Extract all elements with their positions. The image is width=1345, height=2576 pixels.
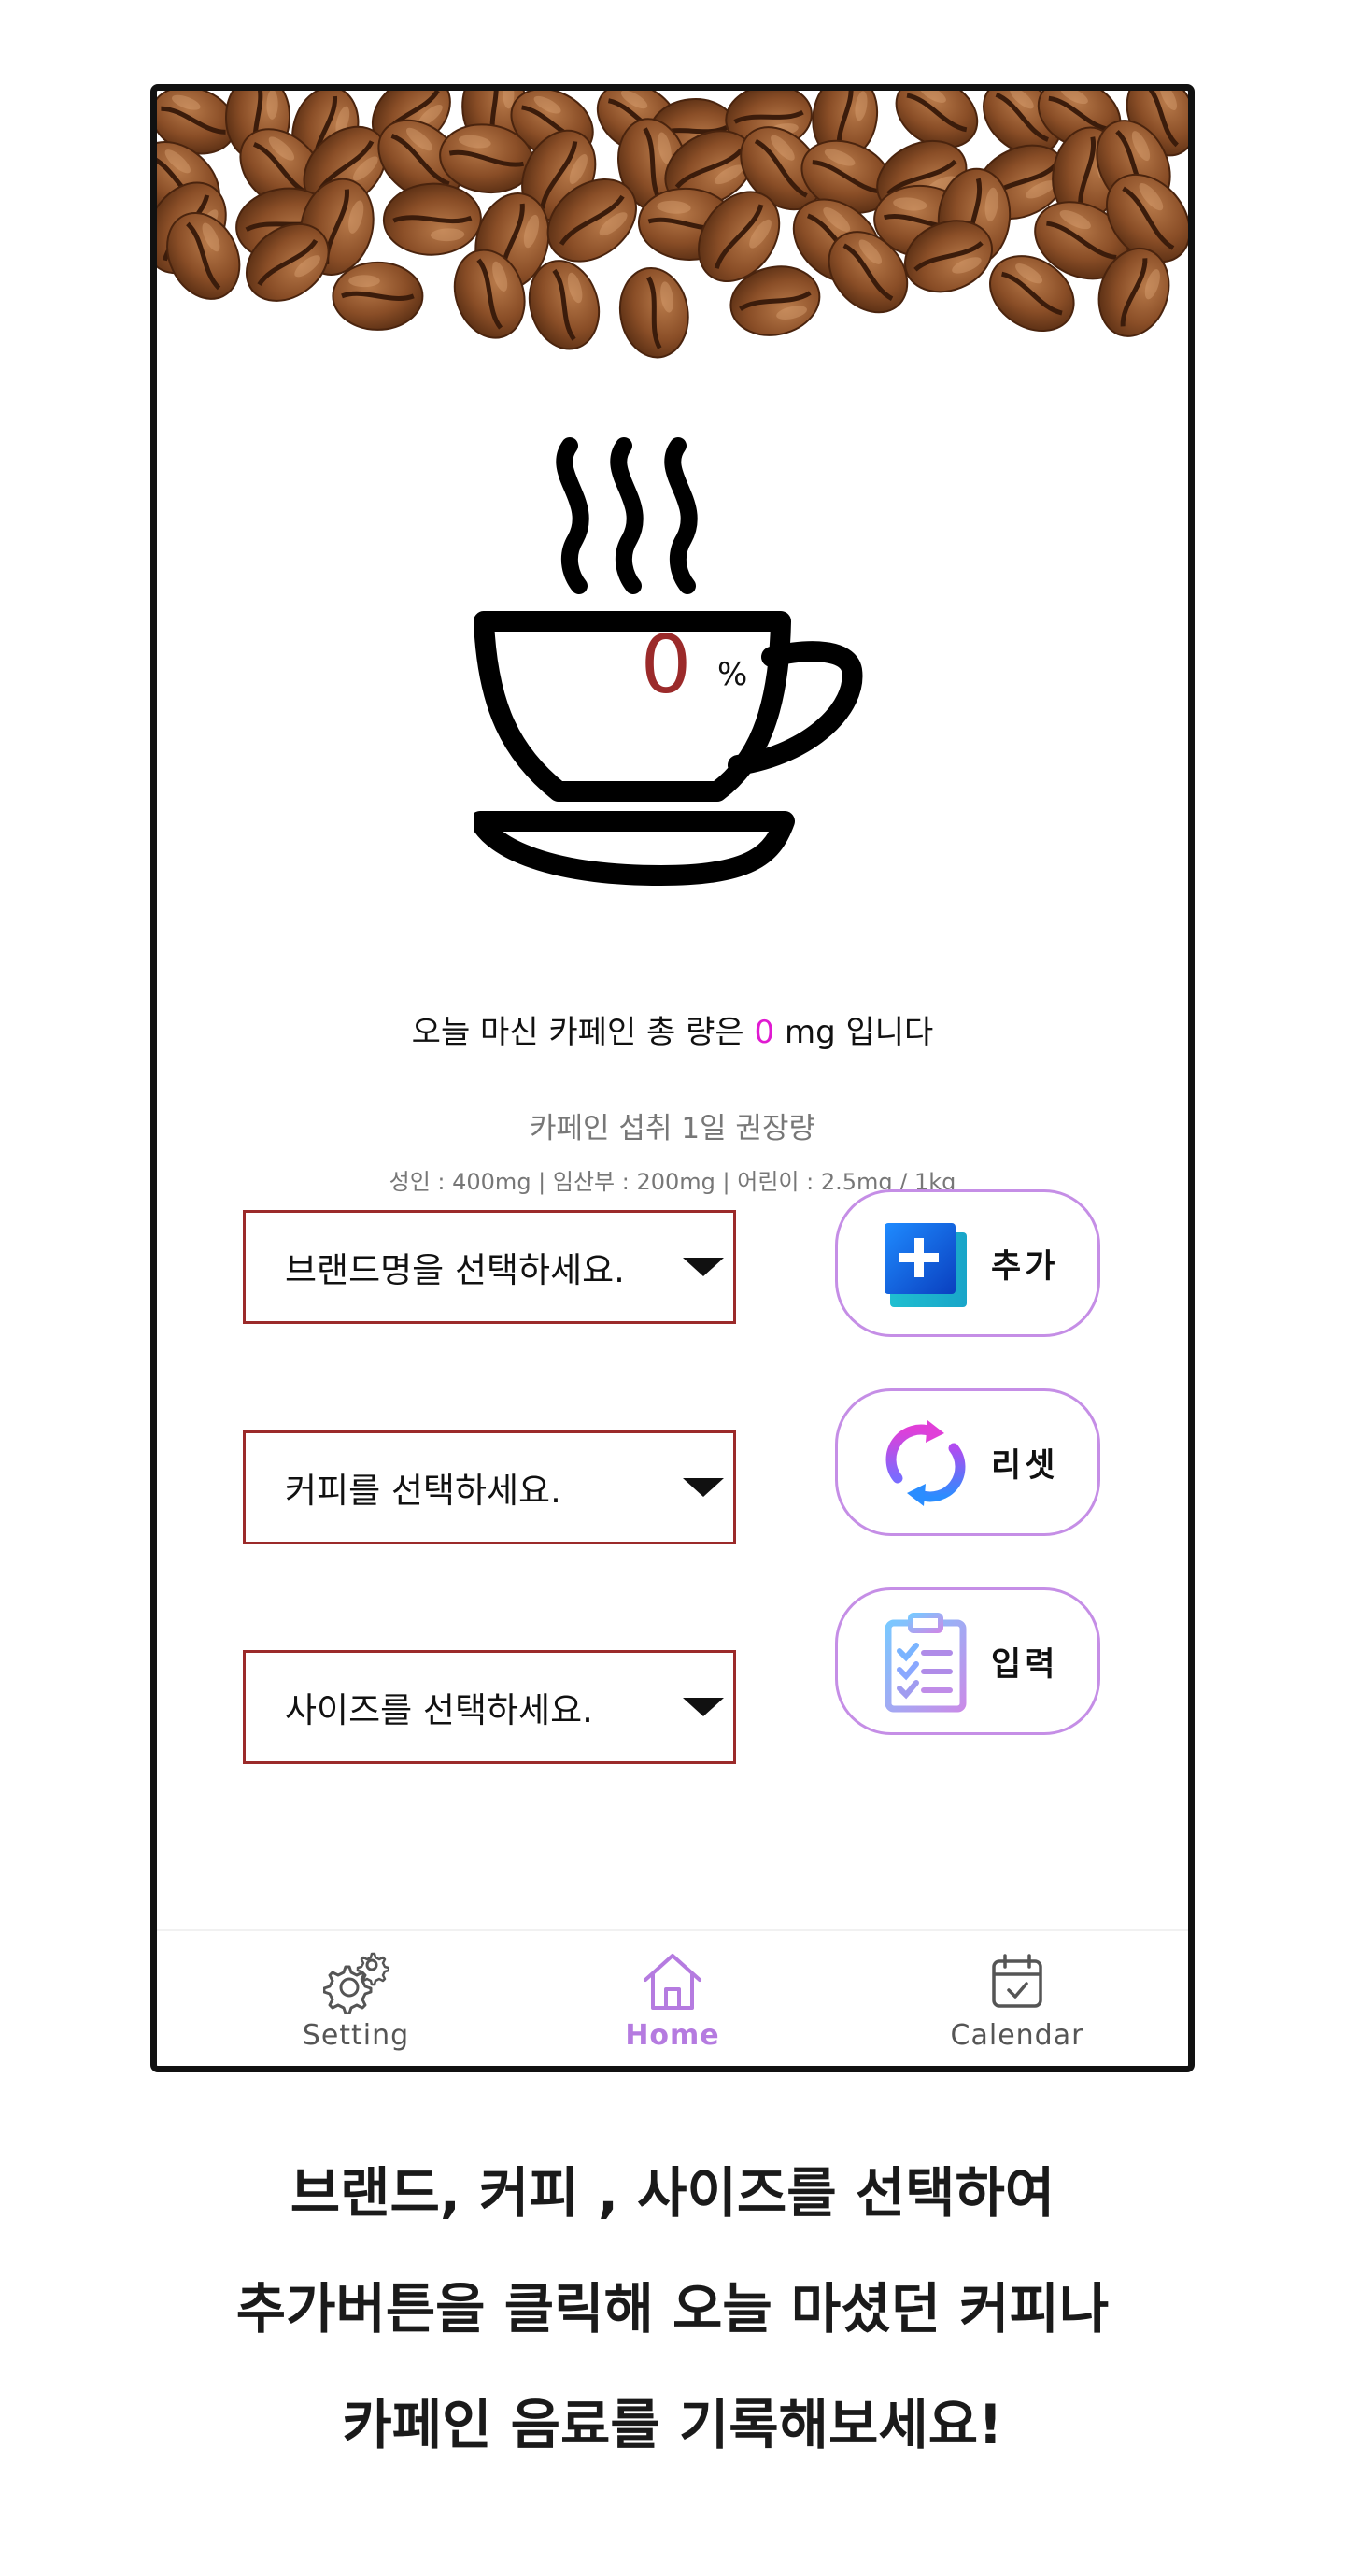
input-button[interactable]: 입력	[835, 1587, 1100, 1735]
reset-button[interactable]: 리셋	[835, 1388, 1100, 1536]
caption-line-2: 추가버튼을 클릭해 오늘 마셨던 커피나	[235, 2277, 1110, 2341]
calendar-icon	[992, 1954, 1042, 2008]
add-button-label: 추가	[991, 1247, 1059, 1286]
nav-setting[interactable]: Setting	[244, 1931, 468, 2066]
recommendation-title: 카페인 섭취 1일 권장량	[530, 1112, 815, 1146]
nav-calendar-label: Calendar	[950, 2019, 1084, 2052]
coffee-select-label: 커피를 선택하세요.	[285, 1471, 561, 1511]
reset-button-label: 리셋	[991, 1446, 1059, 1485]
size-select-label: 사이즈를 선택하세요.	[285, 1690, 593, 1730]
caption-line-3: 카페인 음료를 기록해보세요!	[342, 2393, 1003, 2456]
total-prefix: 오늘 마신 카페인 총 량은	[411, 1014, 755, 1051]
caffeine-percent-value: 0	[640, 619, 692, 712]
add-button[interactable]: 추가	[835, 1189, 1100, 1337]
total-suffix: mg 입니다	[774, 1014, 934, 1051]
caption-line-1: 브랜드, 커피 , 사이즈를 선택하여	[290, 2161, 1055, 2225]
chevron-down-icon	[683, 1478, 724, 1497]
nav-calendar[interactable]: Calendar	[905, 1931, 1129, 2066]
percent-sign: %	[717, 656, 748, 693]
chevron-down-icon	[683, 1698, 724, 1716]
reset-icon	[885, 1420, 966, 1506]
size-select[interactable]: 사이즈를 선택하세요.	[243, 1650, 736, 1764]
brand-select[interactable]: 브랜드명을 선택하세요.	[243, 1210, 736, 1324]
gear-icon	[323, 1952, 389, 2014]
nav-home[interactable]: Home	[560, 1931, 785, 2066]
coffee-beans-banner	[157, 91, 1188, 359]
coffee-select[interactable]: 커피를 선택하세요.	[243, 1430, 736, 1544]
clipboard-icon	[885, 1613, 967, 1713]
nav-home-label: Home	[625, 2019, 720, 2052]
brand-select-label: 브랜드명을 선택하세요.	[285, 1250, 625, 1290]
bottom-nav: Setting Home Calendar	[157, 1929, 1188, 2066]
add-icon	[885, 1223, 967, 1307]
chevron-down-icon	[683, 1258, 724, 1276]
input-button-label: 입력	[991, 1645, 1059, 1684]
nav-setting-label: Setting	[302, 2019, 410, 2052]
total-caffeine-text: 오늘 마신 카페인 총 량은 0 mg 입니다	[157, 1006, 1188, 1052]
total-amount: 0	[754, 1014, 775, 1051]
home-icon	[644, 1954, 701, 2010]
phone-frame: 0 % 오늘 마신 카페인 총 량은 0 mg 입니다 카페인 섭취 1일 권장…	[150, 84, 1195, 2072]
